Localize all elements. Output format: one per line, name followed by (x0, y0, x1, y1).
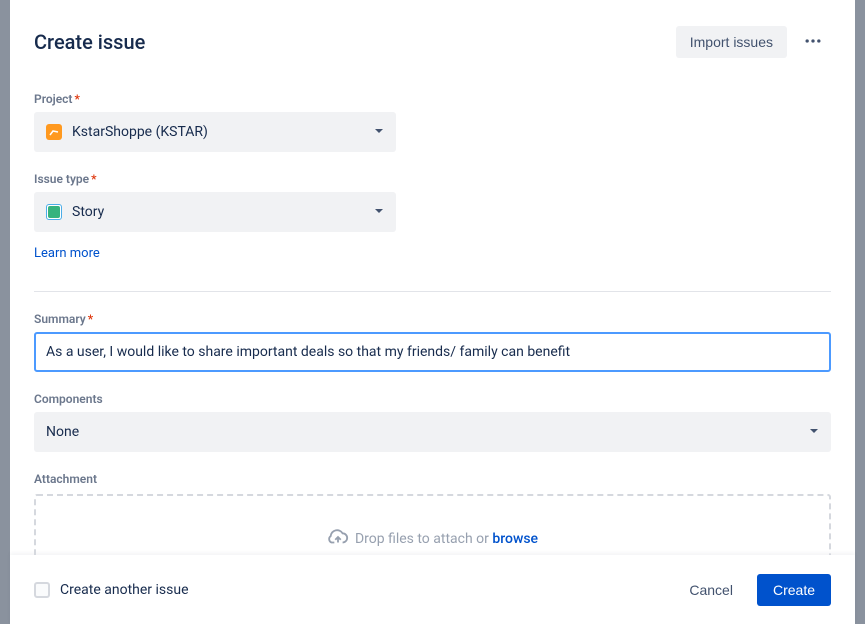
modal-header: Create issue Import issues (10, 0, 855, 72)
checkbox-icon (34, 582, 50, 598)
components-select[interactable]: None (34, 412, 831, 452)
project-label: Project* (34, 92, 831, 106)
chevron-down-icon (374, 126, 384, 139)
chevron-down-icon (374, 206, 384, 219)
modal-body-wrapper: Project* KstarShoppe (KSTAR) Issue type* (10, 72, 855, 555)
summary-input[interactable] (34, 332, 831, 372)
project-icon (46, 124, 62, 140)
create-issue-modal: Create issue Import issues Project* Ksta… (10, 0, 855, 624)
attachment-label: Attachment (34, 472, 831, 486)
issue-type-value: Story (72, 204, 374, 220)
create-button[interactable]: Create (757, 574, 831, 606)
cancel-button[interactable]: Cancel (675, 574, 747, 606)
issue-type-select[interactable]: Story (34, 192, 396, 232)
required-indicator: * (74, 92, 79, 106)
issue-type-field-group: Issue type* Story Learn more (34, 172, 831, 261)
attachment-field-group: Attachment Drop files to attach or brows… (34, 472, 831, 555)
modal-footer: Create another issue Cancel Create (10, 555, 855, 624)
chevron-down-icon (809, 426, 819, 439)
browse-link[interactable]: browse (492, 531, 538, 547)
create-another-label: Create another issue (60, 582, 189, 598)
attachment-dropzone[interactable]: Drop files to attach or browse (34, 494, 831, 555)
modal-title: Create issue (34, 30, 676, 54)
dropzone-text: Drop files to attach or browse (355, 531, 538, 547)
upload-cloud-icon (327, 526, 349, 552)
required-indicator: * (91, 172, 96, 186)
section-divider (34, 291, 831, 292)
summary-label: Summary* (34, 312, 831, 326)
modal-body[interactable]: Project* KstarShoppe (KSTAR) Issue type* (10, 72, 855, 555)
more-icon (803, 31, 823, 54)
create-another-checkbox[interactable]: Create another issue (34, 582, 189, 598)
issue-type-label: Issue type* (34, 172, 831, 186)
import-issues-button[interactable]: Import issues (676, 26, 787, 58)
more-options-button[interactable] (795, 24, 831, 60)
components-value: None (46, 424, 809, 440)
learn-more-link[interactable]: Learn more (34, 246, 100, 261)
summary-field-group: Summary* (34, 312, 831, 372)
story-icon (46, 204, 62, 220)
components-label: Components (34, 392, 831, 406)
project-select[interactable]: KstarShoppe (KSTAR) (34, 112, 396, 152)
required-indicator: * (88, 312, 93, 326)
project-value: KstarShoppe (KSTAR) (72, 124, 374, 140)
project-field-group: Project* KstarShoppe (KSTAR) (34, 92, 831, 152)
components-field-group: Components None (34, 392, 831, 452)
